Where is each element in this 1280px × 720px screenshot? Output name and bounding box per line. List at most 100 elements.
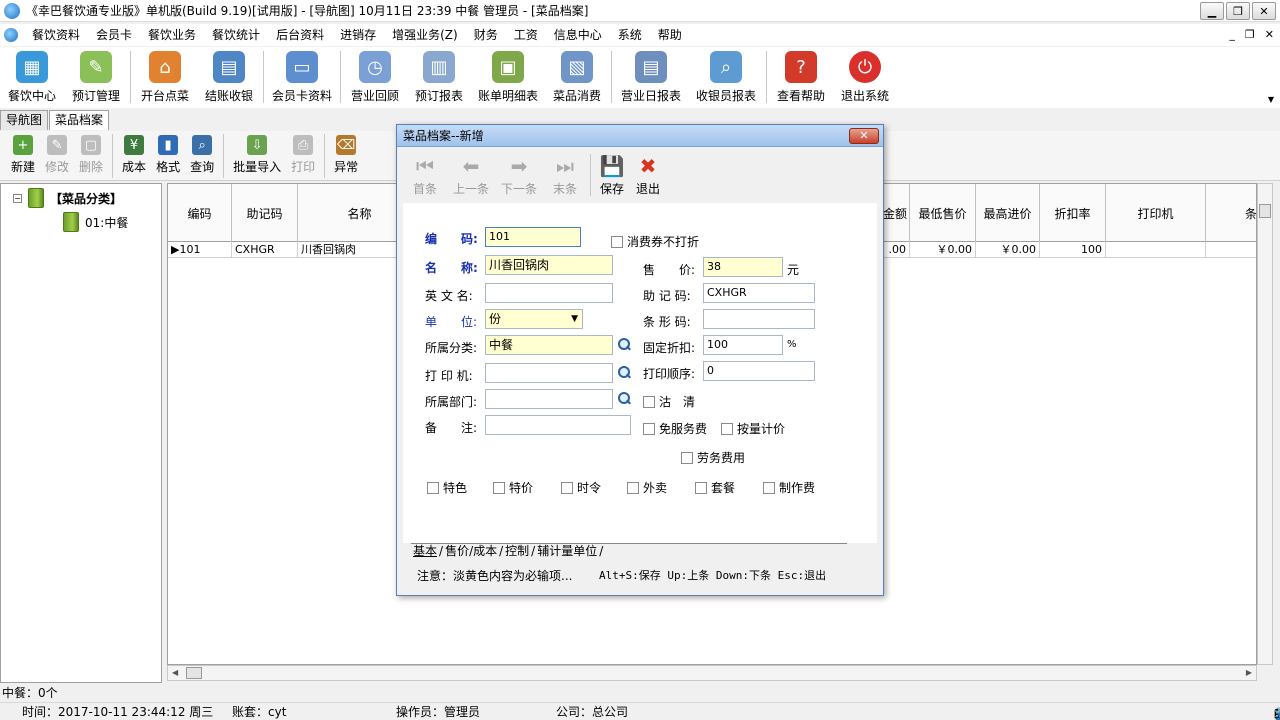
mdi-restore-button[interactable]: ❐	[1245, 24, 1255, 46]
horizontal-scroll-thumb[interactable]	[186, 667, 202, 679]
english-name-input[interactable]	[485, 283, 613, 303]
column-header-max-cost[interactable]: 最高进价	[976, 184, 1040, 242]
menu-member-card[interactable]: 会员卡	[88, 24, 140, 46]
toolbar-exit[interactable]: ⏻ 退出系统	[833, 47, 897, 105]
scroll-right-icon[interactable]: ▶	[1246, 668, 1252, 677]
toolbar-open-table[interactable]: ⌂ 开台点菜	[133, 47, 197, 105]
tab-navigation[interactable]: 导航图	[0, 110, 49, 130]
menu-backend-data[interactable]: 后台资料	[268, 24, 332, 46]
dropdown-arrow-icon[interactable]: ▼	[571, 310, 578, 328]
tab-price-cost[interactable]: 售价/成本	[443, 544, 499, 559]
tab-aux-unit[interactable]: 辅计量单位	[535, 544, 599, 559]
toolbar-member-card[interactable]: ▭ 会员卡资料	[266, 47, 338, 105]
menu-inventory[interactable]: 进销存	[332, 24, 384, 46]
toolbar-dining-center[interactable]: ▦ 餐饮中心	[0, 47, 64, 105]
restore-button[interactable]: ❐	[1226, 2, 1250, 20]
category-search-icon[interactable]	[617, 337, 631, 351]
exit-button[interactable]: ✖ 退出	[630, 151, 666, 199]
seasonal-checkbox[interactable]: 时令	[561, 479, 601, 496]
column-header-discount[interactable]: 折扣率	[1040, 184, 1106, 242]
close-button[interactable]: ✕	[1252, 2, 1276, 20]
dialog-close-button[interactable]: ✕	[849, 128, 879, 144]
menu-dining-business[interactable]: 餐饮业务	[140, 24, 204, 46]
new-button[interactable]: + 新建	[6, 131, 40, 179]
last-record-button[interactable]: ⏭ 末条	[543, 151, 587, 199]
toolbar-reservation[interactable]: ✎ 预订管理	[64, 47, 128, 105]
collapse-icon[interactable]: −	[13, 193, 22, 203]
minimize-button[interactable]: ▁	[1200, 2, 1224, 20]
next-record-button[interactable]: ➡ 下一条	[495, 151, 543, 199]
vertical-scrollbar[interactable]	[1257, 183, 1273, 665]
menu-system[interactable]: 系统	[610, 24, 650, 46]
exception-button[interactable]: ⌫ 异常	[329, 131, 363, 179]
edit-button[interactable]: ✎ 修改	[40, 131, 74, 179]
mdi-minimize-button[interactable]: _	[1229, 24, 1235, 46]
menu-salary[interactable]: 工资	[506, 24, 546, 46]
special-checkbox[interactable]: 特色	[427, 479, 467, 496]
printer-search-icon[interactable]	[617, 365, 631, 379]
remark-input[interactable]	[485, 415, 631, 435]
category-input[interactable]: 中餐	[485, 335, 613, 355]
print-button[interactable]: ⎙ 打印	[286, 131, 320, 179]
ime-settings-icon[interactable]: 🔧	[1274, 705, 1280, 720]
department-search-icon[interactable]	[617, 391, 631, 405]
save-button[interactable]: 💾 保存	[594, 151, 630, 199]
delete-button[interactable]: ▢ 删除	[74, 131, 108, 179]
unit-select[interactable]: 份 ▼	[485, 309, 583, 329]
printer-input[interactable]	[485, 363, 613, 383]
sold-out-checkbox[interactable]: 沽 清	[643, 393, 695, 410]
making-fee-checkbox[interactable]: 制作费	[763, 479, 815, 496]
toolbar-help[interactable]: ? 查看帮助	[769, 47, 833, 105]
toolbar-overflow-icon[interactable]: ▼	[1268, 95, 1274, 104]
mnemonic-input[interactable]: CXHGR	[703, 283, 815, 303]
no-service-fee-checkbox[interactable]: 免服务费	[643, 420, 707, 437]
print-order-input[interactable]: 0	[703, 361, 815, 381]
column-header-mnemonic[interactable]: 助记码	[232, 184, 298, 242]
no-coupon-discount-checkbox[interactable]: 消费券不打折	[611, 233, 699, 250]
takeout-checkbox[interactable]: 外卖	[627, 479, 667, 496]
set-meal-checkbox[interactable]: 套餐	[695, 479, 735, 496]
barcode-input[interactable]	[703, 309, 815, 329]
menu-info-center[interactable]: 信息中心	[546, 24, 610, 46]
by-weight-checkbox[interactable]: 按量计价	[721, 420, 785, 437]
prev-record-button[interactable]: ⬅ 上一条	[447, 151, 495, 199]
menu-dining-data[interactable]: 餐饮资料	[24, 24, 88, 46]
toolbar-cashier-report[interactable]: ⌕ 收银员报表	[688, 47, 764, 105]
toolbar-review[interactable]: ◷ 营业回顾	[343, 47, 407, 105]
toolbar-daily-report[interactable]: ▤ 营业日报表	[614, 47, 688, 105]
toolbar-checkout[interactable]: ▤ 结账收银	[197, 47, 261, 105]
fixed-discount-input[interactable]: 100	[703, 335, 783, 355]
horizontal-scrollbar[interactable]: ◀ ▶	[167, 665, 1257, 681]
tab-basic[interactable]: 基本	[411, 544, 439, 559]
vertical-scroll-thumb[interactable]	[1259, 204, 1271, 218]
menu-enhanced[interactable]: 增强业务(Z)	[384, 24, 466, 46]
mdi-close-button[interactable]: ✕	[1265, 24, 1274, 46]
batch-import-button[interactable]: ⇩ 批量导入	[228, 131, 286, 179]
dialog-title-bar[interactable]: 菜品档案--新增 ✕	[397, 125, 883, 147]
column-header-min-price[interactable]: 最低售价	[910, 184, 976, 242]
column-header-truncated[interactable]: 条	[1206, 184, 1256, 242]
department-input[interactable]	[485, 389, 613, 409]
column-header-printer[interactable]: 打印机	[1106, 184, 1206, 242]
tab-dish-archive[interactable]: 菜品档案	[49, 110, 110, 130]
query-button[interactable]: ⌕ 查询	[185, 131, 219, 179]
tree-root[interactable]: − 【菜品分类】	[13, 188, 122, 208]
toolbar-bill-detail[interactable]: ▣ 账单明细表	[471, 47, 545, 105]
tree-item-chinese-food[interactable]: 01:中餐	[63, 212, 128, 232]
name-input[interactable]: 川香回锅肉	[485, 255, 613, 275]
tab-control[interactable]: 控制	[503, 544, 531, 559]
code-input[interactable]: 101	[485, 227, 581, 247]
menu-dining-stats[interactable]: 餐饮统计	[204, 24, 268, 46]
first-record-button[interactable]: ⏮ 首条	[403, 151, 447, 199]
format-button[interactable]: ▮ 格式	[151, 131, 185, 179]
special-price-checkbox[interactable]: 特价	[493, 479, 533, 496]
app-menu-icon[interactable]	[4, 28, 18, 42]
menu-help[interactable]: 帮助	[650, 24, 690, 46]
toolbar-reservation-report[interactable]: ▥ 预订报表	[407, 47, 471, 105]
price-input[interactable]: 38	[703, 257, 783, 277]
toolbar-dish-consumption[interactable]: ▧ 菜品消费	[545, 47, 609, 105]
column-header-code[interactable]: 编码	[168, 184, 232, 242]
labor-fee-checkbox[interactable]: 劳务费用	[681, 449, 745, 466]
menu-finance[interactable]: 财务	[466, 24, 506, 46]
cost-button[interactable]: ¥ 成本	[117, 131, 151, 179]
